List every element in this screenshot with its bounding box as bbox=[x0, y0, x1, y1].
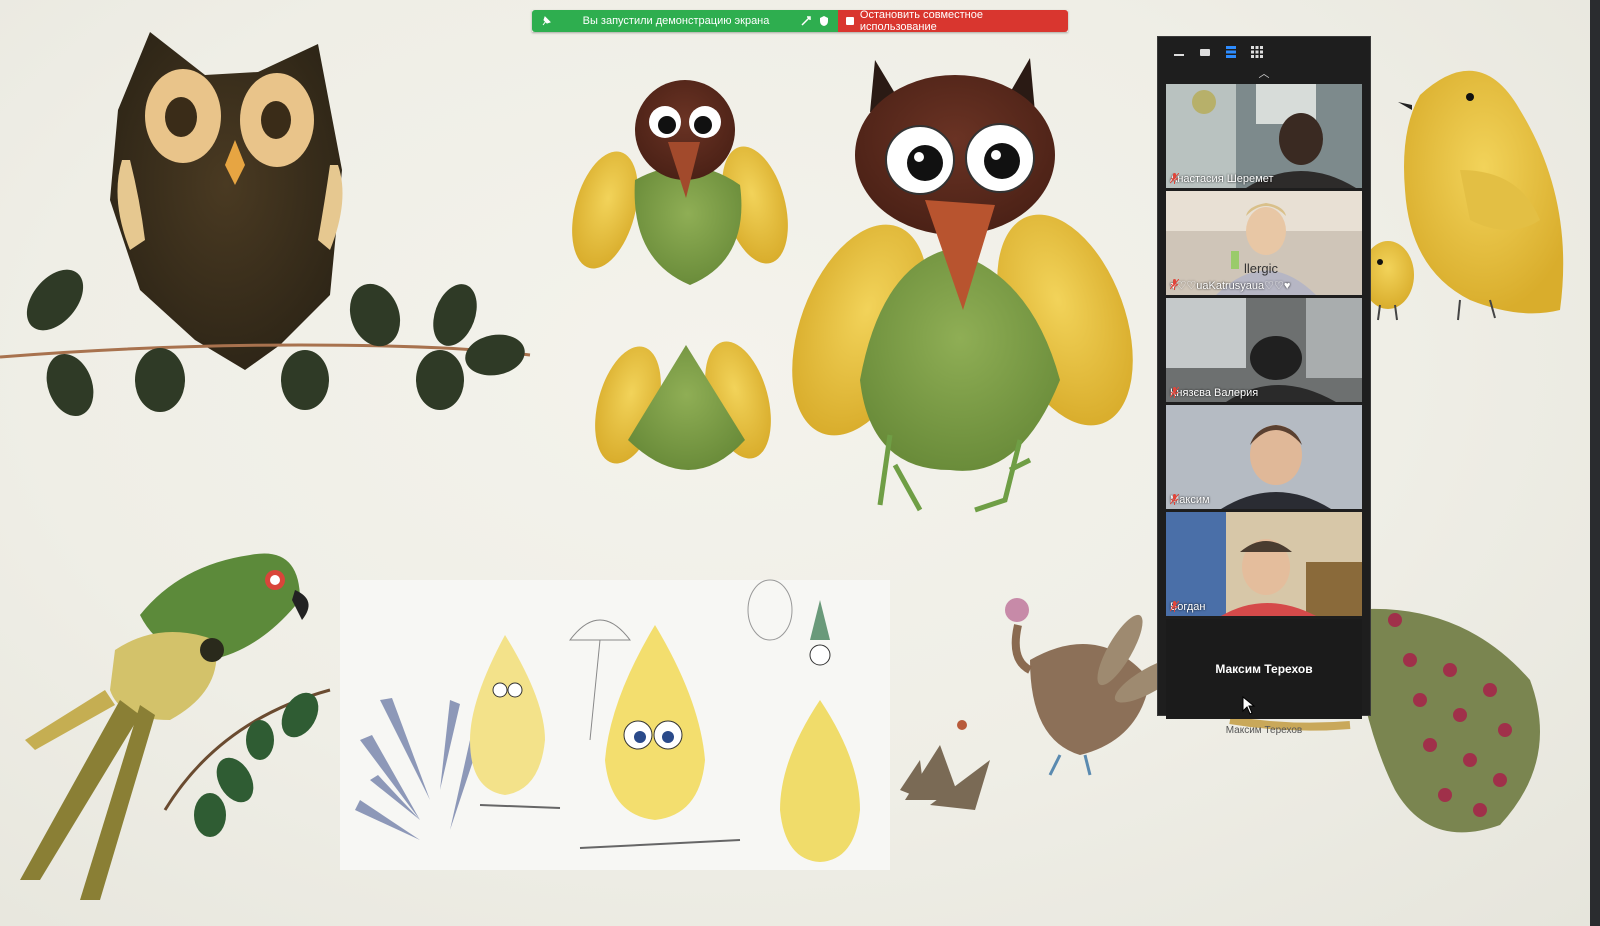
participant-name-label: ♥♡♡uaKatrusyaua♡♡♥ bbox=[1170, 279, 1291, 292]
participant-name-label: Максим bbox=[1170, 494, 1210, 506]
participant-name-label: Богдан bbox=[1170, 601, 1206, 613]
participant-tile[interactable]: Князєва Валерия bbox=[1166, 298, 1362, 402]
scroll-up-chevron-icon[interactable]: ︿ bbox=[1158, 67, 1370, 81]
shield-icon[interactable] bbox=[818, 15, 830, 27]
mic-muted-icon bbox=[1170, 387, 1179, 398]
dark-leaf-owl-image bbox=[0, 32, 531, 416]
active-speaker-name: Максим Терехов bbox=[1215, 662, 1313, 676]
participant-tile[interactable]: Максим bbox=[1166, 405, 1362, 509]
stop-icon bbox=[846, 17, 854, 25]
big-owl-image bbox=[792, 58, 1133, 513]
minimize-icon[interactable] bbox=[1172, 46, 1186, 58]
svg-text:llergic: llergic bbox=[1244, 261, 1278, 276]
participant-name-label: Князєва Валерия bbox=[1170, 387, 1259, 399]
stop-sharing-label: Остановить совместное использование bbox=[859, 9, 983, 33]
yellow-leaf-chick-image bbox=[1362, 70, 1564, 321]
shared-screen: Вы запустили демонстрацию экрана Останов… bbox=[0, 0, 1600, 926]
mouse-cursor-icon bbox=[1242, 696, 1256, 715]
active-speaker-tile[interactable]: Максим Терехов bbox=[1166, 619, 1362, 719]
panel-footer-name: Максим Терехов bbox=[1225, 725, 1303, 736]
participants-video-panel: ︿ Анастасия Шеремет llergic ♥♡♡uaKatrusy… bbox=[1157, 36, 1371, 736]
owl-body-pieces-image bbox=[595, 341, 771, 470]
gallery-view-icon[interactable] bbox=[1250, 46, 1264, 58]
screen-share-banner: Вы запустили демонстрацию экрана Останов… bbox=[532, 9, 1068, 33]
leaf-parrot-image bbox=[20, 553, 331, 900]
mic-muted-icon bbox=[1170, 494, 1179, 505]
leaf-turkey-image bbox=[900, 598, 1186, 810]
leaf-birds-drawings-image bbox=[340, 579, 890, 870]
small-owl-image bbox=[572, 80, 788, 285]
stop-sharing-button[interactable]: Остановить совместное использование bbox=[838, 9, 1068, 33]
single-view-icon[interactable] bbox=[1198, 46, 1212, 58]
speaker-view-icon[interactable] bbox=[1224, 46, 1238, 58]
sharing-status: Вы запустили демонстрацию экрана bbox=[532, 10, 838, 32]
mic-muted-icon bbox=[1170, 173, 1179, 184]
pin-icon[interactable] bbox=[540, 15, 552, 27]
participant-tile[interactable]: Богдан bbox=[1166, 512, 1362, 616]
mic-muted-icon bbox=[1170, 279, 1179, 290]
participant-tile[interactable]: Анастасия Шеремет bbox=[1166, 84, 1362, 188]
participant-tile[interactable]: llergic ♥♡♡uaKatrusyaua♡♡♥ bbox=[1166, 191, 1362, 295]
panel-toolbar bbox=[1158, 37, 1370, 67]
participant-name-label: Анастасия Шеремет bbox=[1170, 173, 1274, 185]
mic-muted-icon bbox=[1170, 601, 1179, 612]
remote-control-icon[interactable] bbox=[800, 15, 812, 27]
sharing-status-text: Вы запустили демонстрацию экрана bbox=[582, 15, 770, 27]
